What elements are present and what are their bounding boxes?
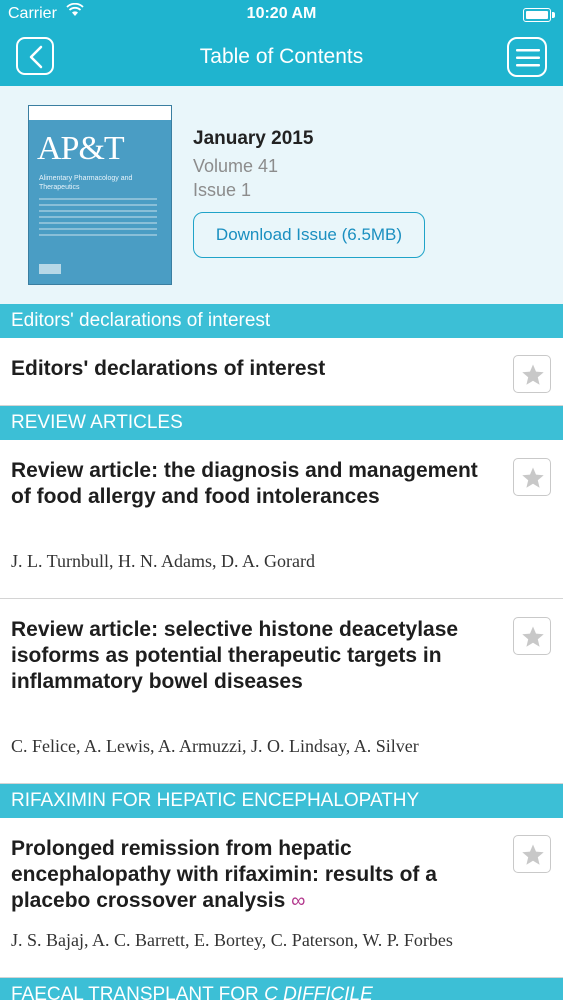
section-title-prefix: FAECAL TRANSPLANT FOR <box>11 984 265 1000</box>
star-icon <box>522 844 544 865</box>
section-title-emphasis: C DIFFICILE <box>264 984 373 1000</box>
issue-header: AP&T Alimentary Pharmacology and Therape… <box>0 86 563 304</box>
article-title: Review article: the diagnosis and manage… <box>11 459 478 508</box>
article-item[interactable]: Review article: selective histone deacet… <box>0 599 563 784</box>
navigation-bar: Table of Contents <box>0 30 563 86</box>
cover-subtitle: Alimentary Pharmacology and Therapeutics <box>39 175 133 191</box>
favorite-button[interactable] <box>513 835 551 873</box>
favorite-button[interactable] <box>513 355 551 393</box>
article-item[interactable]: Review article: the diagnosis and manage… <box>0 440 563 599</box>
battery-icon <box>523 8 555 22</box>
download-issue-button[interactable]: Download Issue (6.5MB) <box>193 212 425 258</box>
favorite-button[interactable] <box>513 458 551 496</box>
star-icon <box>522 364 544 385</box>
section-header: REVIEW ARTICLES <box>0 406 563 440</box>
clock: 10:20 AM <box>246 5 317 22</box>
favorite-button[interactable] <box>513 617 551 655</box>
article-item[interactable]: Editors' declarations of interest <box>0 338 563 406</box>
article-authors: J. L. Turnbull, H. N. Adams, D. A. Gorar… <box>11 551 316 571</box>
issue-number: Issue 1 <box>193 180 252 200</box>
section-header: Editors' declarations of interest <box>0 304 563 338</box>
issue-volume: Volume 41 <box>193 156 279 176</box>
star-icon <box>522 626 544 647</box>
article-item[interactable]: Prolonged remission from hepatic encepha… <box>0 818 563 978</box>
article-title: Prolonged remission from hepatic encepha… <box>11 836 501 914</box>
status-bar: Carrier 10:20 AM <box>0 0 563 30</box>
article-authors: J. S. Bajaj, A. C. Barrett, E. Bortey, C… <box>11 930 453 950</box>
article-title: Editors' declarations of interest <box>11 357 326 380</box>
article-title-text: Prolonged remission from hepatic encepha… <box>11 837 437 912</box>
hamburger-icon <box>516 49 540 67</box>
star-icon <box>522 467 544 488</box>
menu-button[interactable] <box>507 37 547 77</box>
section-header: FAECAL TRANSPLANT FOR C DIFFICILE <box>0 978 563 1000</box>
article-authors: C. Felice, A. Lewis, A. Armuzzi, J. O. L… <box>11 736 419 756</box>
open-access-icon: ∞ <box>291 890 306 912</box>
issue-date: January 2015 <box>193 128 314 149</box>
section-header: RIFAXIMIN FOR HEPATIC ENCEPHALOPATHY <box>0 784 563 818</box>
cover-logo: AP&T <box>37 130 125 167</box>
journal-cover[interactable]: AP&T Alimentary Pharmacology and Therape… <box>28 105 172 285</box>
page-title: Table of Contents <box>199 45 364 68</box>
article-title: Review article: selective histone deacet… <box>11 618 459 693</box>
